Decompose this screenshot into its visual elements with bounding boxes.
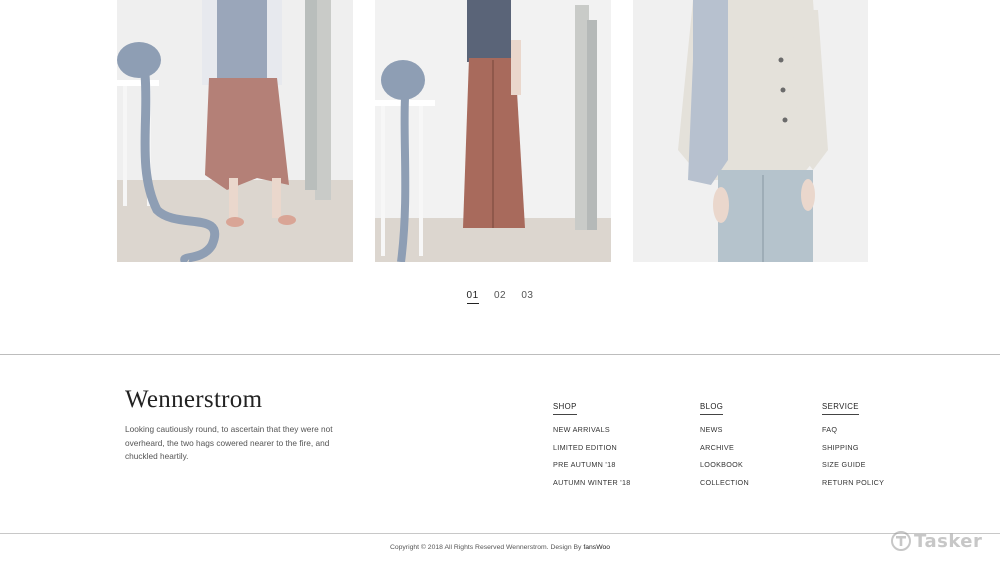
page-link-02[interactable]: 02 <box>494 290 506 303</box>
footer-heading-shop: SHOP <box>553 402 577 415</box>
watermark-text: Tasker <box>914 530 983 552</box>
product-photo-2 <box>375 0 611 262</box>
product-photo-1 <box>117 0 353 262</box>
footer-link-autumn-winter[interactable]: AUTUMN WINTER '18 <box>553 478 631 487</box>
footer-column-blog: BLOG NEWS ARCHIVE LOOKBOOK COLLECTION <box>700 402 749 496</box>
product-image-1[interactable] <box>117 0 353 262</box>
page-link-03[interactable]: 03 <box>521 290 533 303</box>
footer-link-archive[interactable]: ARCHIVE <box>700 443 749 452</box>
tasker-watermark: Tasker <box>890 530 982 552</box>
footer-link-collection[interactable]: COLLECTION <box>700 478 749 487</box>
footer-link-shipping[interactable]: SHIPPING <box>822 443 884 452</box>
footer-link-size-guide[interactable]: SIZE GUIDE <box>822 460 884 469</box>
footer-link-lookbook[interactable]: LOOKBOOK <box>700 460 749 469</box>
footer-link-pre-autumn[interactable]: PRE AUTUMN '18 <box>553 460 631 469</box>
designer-credit-link[interactable]: fansWoo <box>583 544 610 551</box>
footer-link-news[interactable]: NEWS <box>700 425 749 434</box>
copyright-divider <box>0 533 1000 534</box>
product-photo-3 <box>633 0 868 262</box>
copyright-text: Copyright © 2018 All Rights Reserved Wen… <box>389 544 582 551</box>
product-image-2[interactable] <box>375 0 611 262</box>
page-link-01[interactable]: 01 <box>466 290 479 304</box>
footer-link-new-arrivals[interactable]: NEW ARRIVALS <box>553 425 631 434</box>
footer-link-limited-edition[interactable]: LIMITED EDITION <box>553 443 631 452</box>
footer-heading-service: SERVICE <box>822 402 859 415</box>
copyright-bar: Copyright © 2018 All Rights Reserved Wen… <box>0 544 1000 551</box>
footer-divider <box>0 354 1000 355</box>
product-image-3[interactable] <box>633 0 868 262</box>
footer-heading-blog: BLOG <box>700 402 724 415</box>
footer-tagline: Looking cautiously round, to ascertain t… <box>125 424 333 461</box>
footer-column-service: SERVICE FAQ SHIPPING SIZE GUIDE RETURN P… <box>822 402 884 496</box>
footer-link-faq[interactable]: FAQ <box>822 425 884 434</box>
footer-brand-logo[interactable]: Wennerstrom <box>125 386 262 414</box>
pagination: 01 02 03 <box>0 290 1000 304</box>
footer-link-return-policy[interactable]: RETURN POLICY <box>822 478 884 487</box>
footer-column-shop: SHOP NEW ARRIVALS LIMITED EDITION PRE AU… <box>553 402 631 496</box>
tasker-logo-icon <box>891 531 911 551</box>
